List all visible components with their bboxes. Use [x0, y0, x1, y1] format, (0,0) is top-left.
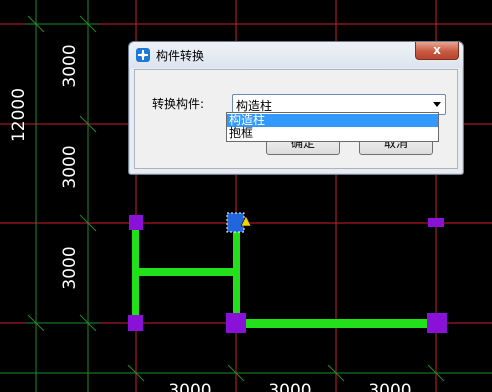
column[interactable] [129, 215, 143, 230]
dialog-title: 构件转换 [156, 49, 205, 63]
dim-label-bottom-1: 3000 [168, 381, 211, 392]
field-label: 转换构件: [152, 97, 205, 111]
convert-component-dialog: 构件转换 x 转换构件: 构造柱 确定 取消 [128, 41, 464, 175]
dim-label-3000-top: 3000 [60, 44, 80, 87]
dim-label-3000-mid: 3000 [60, 145, 80, 188]
app-icon [136, 48, 150, 62]
close-icon: x [433, 43, 441, 57]
dim-label-3000-bottom: 3000 [60, 246, 80, 289]
column[interactable] [427, 313, 447, 333]
component-type-dropdown-list: 构造柱 抱框 [226, 112, 439, 142]
column[interactable] [428, 218, 444, 227]
beam-horizontal-middle[interactable] [136, 268, 236, 276]
dim-label-bottom-3: 3000 [368, 381, 411, 392]
column[interactable] [226, 313, 246, 333]
selected-column[interactable] [226, 212, 245, 233]
close-button[interactable]: x [415, 42, 459, 60]
column[interactable] [128, 315, 143, 331]
dialog-titlebar[interactable]: 构件转换 x [129, 42, 463, 68]
dropdown-option[interactable]: 抱框 [227, 127, 438, 140]
dim-label-12000: 12000 [9, 88, 29, 142]
dropdown-option-selected[interactable]: 构造柱 [227, 114, 438, 127]
dim-label-bottom-2: 3000 [268, 381, 311, 392]
chevron-down-icon[interactable] [433, 102, 441, 107]
beam-horizontal-bottom[interactable] [236, 319, 436, 328]
